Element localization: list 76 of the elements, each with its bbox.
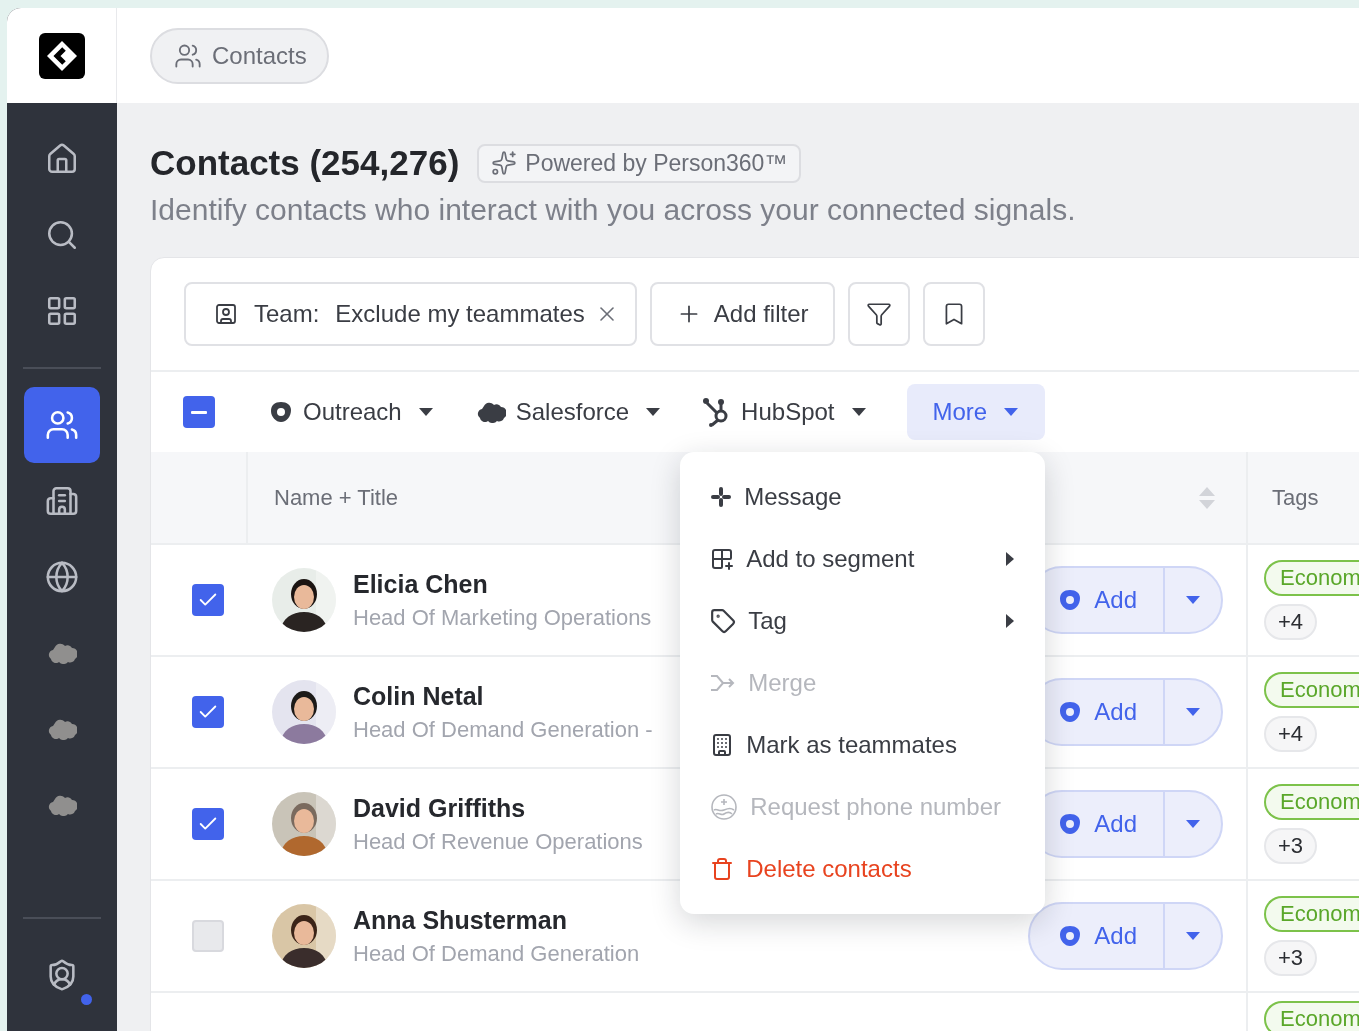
merge-arrow-icon — [710, 673, 737, 693]
breadcrumb-tab[interactable]: Contacts — [150, 27, 329, 84]
column-header: Tags — [1246, 452, 1359, 545]
action-button[interactable]: More — [906, 384, 1046, 440]
tag-count: +4 — [1264, 604, 1318, 640]
sparkle-icon — [491, 150, 518, 176]
row-checkbox[interactable] — [192, 920, 224, 952]
add-button[interactable]: Add — [1030, 680, 1165, 744]
search-icon — [45, 218, 79, 252]
tag: Econom — [1264, 560, 1359, 596]
add-filter-button[interactable]: Add filter — [649, 282, 835, 346]
caret-icon — [850, 407, 867, 417]
nav-item[interactable] — [24, 387, 100, 463]
grid-plus-icon — [710, 547, 735, 571]
select-all-checkbox[interactable] — [183, 396, 215, 428]
action-button[interactable]: Outreach — [263, 384, 440, 440]
caret-icon — [1185, 595, 1201, 605]
contact-title: Head Of Demand Generation - — [353, 716, 653, 743]
tag: Econom — [1264, 1001, 1359, 1031]
caret-icon — [417, 407, 434, 417]
cloud-icon — [475, 401, 506, 423]
home-icon — [45, 142, 79, 176]
outreach-icon — [1058, 924, 1083, 948]
contact-name: David Griffiths — [353, 793, 527, 823]
tag: Econom — [1264, 672, 1359, 708]
action-button[interactable]: Salesforce — [469, 384, 668, 440]
badge-icon — [214, 302, 238, 326]
cloud-icon — [47, 642, 77, 664]
minus-icon — [191, 410, 207, 414]
tag-count: +3 — [1264, 828, 1318, 864]
caret-icon — [645, 407, 662, 417]
filter-icon — [865, 301, 892, 327]
filter-button[interactable] — [847, 282, 910, 346]
filter-key: Team: — [254, 300, 320, 328]
cloud-icon — [47, 794, 77, 816]
page-subtitle: Identify contacts who interact with you across your connected signals. — [150, 193, 1077, 227]
outreach-icon — [1058, 812, 1083, 836]
add-button[interactable]: Add — [1030, 792, 1165, 856]
row-checkbox[interactable] — [192, 808, 224, 840]
caret-icon — [1185, 931, 1201, 941]
contact-name: Elicia Chen — [353, 569, 489, 599]
tag-count: +3 — [1264, 940, 1318, 976]
bookmark-button[interactable] — [922, 282, 985, 346]
cloud-icon — [47, 718, 77, 740]
contact-title: Head Of Revenue Operations — [353, 828, 643, 855]
outreach-icon — [269, 400, 293, 424]
phone-request-icon — [710, 793, 739, 821]
grid-icon — [45, 294, 79, 328]
contact-title: Head Of Marketing Operations — [353, 604, 652, 631]
contact-name: Anna Shusterman — [353, 905, 568, 935]
filter-chip[interactable]: Team: Exclude my teammates — [184, 282, 637, 346]
people-icon — [45, 408, 79, 442]
caret-icon — [1185, 819, 1201, 829]
tag: Econom — [1264, 784, 1359, 820]
row-checkbox[interactable] — [192, 584, 224, 616]
tag: Econom — [1264, 896, 1359, 932]
outreach-icon — [1058, 700, 1083, 724]
outreach-icon — [1058, 588, 1083, 612]
add-button[interactable]: Add — [1030, 568, 1165, 632]
app-logo[interactable] — [38, 32, 85, 79]
filter-value: Exclude my teammates — [335, 300, 585, 328]
powered-by-badge: Powered by Person360™ — [477, 143, 802, 183]
caret-icon — [1003, 407, 1020, 417]
add-button[interactable]: Add — [1030, 904, 1165, 968]
tag-count: +4 — [1264, 716, 1318, 752]
page-title: Contacts (254,276) — [150, 143, 460, 183]
globe-icon — [45, 560, 79, 594]
hash-icon — [710, 486, 733, 508]
caret-icon — [1185, 707, 1201, 717]
contact-name: Colin Netal — [353, 681, 485, 711]
tag-icon — [710, 608, 737, 634]
trash-icon — [710, 857, 735, 881]
action-button[interactable]: HubSpot — [697, 384, 873, 440]
contact-title: Head Of Demand Generation — [353, 940, 640, 967]
building-icon — [45, 484, 79, 518]
row-checkbox[interactable] — [192, 696, 224, 728]
